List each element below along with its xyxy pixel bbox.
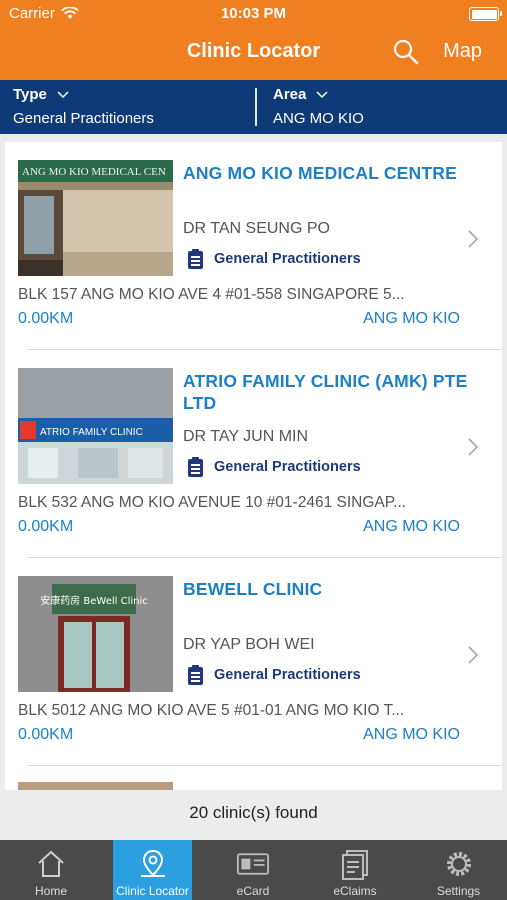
- clinic-sign-text: 安康药房 BeWell Clinic: [40, 594, 148, 607]
- clinic-name[interactable]: ATRIO FAMILY CLINIC (AMK) PTE LTD: [183, 370, 473, 414]
- clinic-area: ANG MO KIO: [363, 726, 460, 743]
- tab-label: Clinic Locator: [116, 884, 189, 898]
- area-filter-label: Area: [273, 86, 307, 103]
- clinic-card[interactable]: ANG MO KIO MEDICAL CEN ANG MO KIO MEDICA…: [5, 142, 502, 350]
- clinic-card[interactable]: 安康药房 BeWell Clinic BEWELL CLINIC DR YAP …: [5, 558, 502, 766]
- map-pin-icon: [140, 849, 165, 877]
- clinic-specialty: General Practitioners: [187, 456, 361, 478]
- battery-icon: [469, 7, 502, 21]
- clinic-specialty: General Practitioners: [187, 248, 361, 270]
- specialty-icon: [188, 457, 203, 477]
- card-icon: [237, 853, 269, 875]
- tab-home[interactable]: Home: [0, 840, 102, 900]
- clinic-specialty: General Practitioners: [187, 664, 361, 686]
- tab-label: Settings: [436, 884, 481, 898]
- specialty-label: General Practitioners: [214, 459, 361, 475]
- app-screen: Carrier 10:03 PM Clinic Locator Map Type: [0, 0, 507, 900]
- clinic-name[interactable]: BEWELL CLINIC: [183, 578, 473, 600]
- tab-clinic-locator[interactable]: Clinic Locator: [113, 840, 192, 900]
- page-title: Clinic Locator: [186, 40, 321, 62]
- map-button[interactable]: Map: [443, 40, 482, 63]
- tab-ecard[interactable]: eCard: [210, 840, 296, 900]
- result-count: 20 clinic(s) found: [0, 790, 507, 840]
- claims-icon: [342, 850, 368, 880]
- filter-divider: [255, 88, 257, 126]
- tab-settings[interactable]: Settings: [410, 840, 507, 900]
- chevron-down-icon: [316, 90, 328, 98]
- status-bar: Carrier 10:03 PM: [0, 0, 507, 28]
- clinic-card[interactable]: ATRIO FAMILY CLINIC ATRIO FAMILY CLINIC …: [5, 350, 502, 558]
- tab-eclaims[interactable]: eClaims: [310, 840, 400, 900]
- specialty-icon: [188, 249, 203, 269]
- tab-label: Home: [34, 884, 67, 898]
- clinic-list[interactable]: ANG MO KIO MEDICAL CEN ANG MO KIO MEDICA…: [5, 142, 502, 790]
- tab-bar: Home Clinic Locator eCard eClaims Settin…: [0, 840, 507, 900]
- clinic-sign-text: ATRIO FAMILY CLINIC: [40, 427, 143, 438]
- clinic-address: BLK 532 ANG MO KIO AVENUE 10 #01-2461 SI…: [18, 494, 406, 511]
- clinic-area: ANG MO KIO: [363, 310, 460, 327]
- clinic-sign-text: ANG MO KIO MEDICAL CEN: [22, 166, 166, 178]
- clinic-photo: 安康药房 BeWell Clinic: [18, 576, 173, 692]
- clinic-name[interactable]: ANG MO KIO MEDICAL CENTRE: [183, 162, 473, 184]
- clinic-distance: 0.00KM: [18, 310, 74, 327]
- specialty-label: General Practitioners: [214, 251, 361, 267]
- area-filter-label-row: Area: [273, 86, 328, 103]
- status-time: 10:03 PM: [220, 5, 287, 22]
- header: Carrier 10:03 PM Clinic Locator Map: [0, 0, 507, 80]
- card-divider: [27, 765, 502, 766]
- next-clinic-photo-peek: [18, 782, 173, 790]
- filter-bar: Type General Practitioners Area ANG MO K…: [0, 80, 507, 134]
- clinic-distance: 0.00KM: [18, 726, 74, 743]
- clinic-address: BLK 5012 ANG MO KIO AVE 5 #01-01 ANG MO …: [18, 702, 405, 719]
- gear-icon: [446, 852, 471, 876]
- chevron-right-icon[interactable]: [467, 229, 479, 249]
- area-filter-value: ANG MO KIO: [273, 110, 364, 127]
- chevron-down-icon: [57, 90, 69, 98]
- search-icon[interactable]: [392, 38, 420, 66]
- clinic-photo: ATRIO FAMILY CLINIC: [18, 368, 173, 484]
- chevron-right-icon[interactable]: [467, 437, 479, 457]
- clinic-address: BLK 157 ANG MO KIO AVE 4 #01-558 SINGAPO…: [18, 286, 405, 303]
- type-filter-label-row: Type: [13, 86, 69, 103]
- specialty-icon: [188, 665, 203, 685]
- chevron-right-icon[interactable]: [467, 645, 479, 665]
- area-filter[interactable]: Area ANG MO KIO: [273, 80, 493, 134]
- home-icon: [38, 850, 64, 877]
- type-filter-label: Type: [13, 86, 47, 103]
- clinic-doctor: DR TAY JUN MIN: [183, 428, 309, 445]
- type-filter-value: General Practitioners: [13, 110, 154, 127]
- type-filter[interactable]: Type General Practitioners: [13, 80, 248, 134]
- specialty-label: General Practitioners: [214, 667, 361, 683]
- clinic-area: ANG MO KIO: [363, 518, 460, 535]
- tab-label: eCard: [236, 884, 270, 898]
- clinic-doctor: DR TAN SEUNG PO: [183, 220, 330, 237]
- clinic-photo: ANG MO KIO MEDICAL CEN: [18, 160, 173, 276]
- clinic-doctor: DR YAP BOH WEI: [183, 636, 315, 653]
- tab-label: eClaims: [333, 884, 377, 898]
- clinic-distance: 0.00KM: [18, 518, 74, 535]
